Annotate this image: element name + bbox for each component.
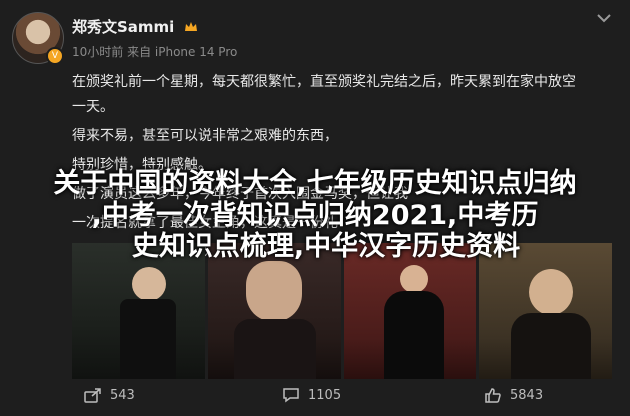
username-text[interactable]: 郑秀文Sammi xyxy=(72,18,174,36)
share-count: 543 xyxy=(110,387,135,403)
overlay-title: 关于中国的资料大全,七年级历史知识点归纳 ,中考一次背知识点归纳2021,中考历… xyxy=(10,168,620,262)
post-line: 在颁奖礼前一个星期，每天都很繁忙，直至颁奖礼完结之后，昨天累到在家中放空 xyxy=(72,74,576,90)
overlay-line: ,中考一次背知识点归纳2021,中考历 xyxy=(91,200,539,231)
post-line: 得来不易，甚至可以说非常之艰难的东西， xyxy=(72,128,338,144)
overlay-line: 关于中国的资料大全,七年级历史知识点归纳 xyxy=(53,168,577,199)
photo-2[interactable] xyxy=(207,243,341,379)
photo-3[interactable] xyxy=(343,243,477,379)
photo-4[interactable] xyxy=(479,243,612,379)
comment-icon xyxy=(283,388,299,403)
username[interactable]: 郑秀文Sammi xyxy=(72,16,198,37)
photo-1[interactable] xyxy=(72,243,205,379)
post-meta: 10小时前 来自 iPhone 14 Pro xyxy=(72,45,238,59)
chevron-down-icon[interactable] xyxy=(594,11,614,25)
like-button[interactable]: 5843 xyxy=(484,387,543,403)
action-bar: 543 1105 5843 xyxy=(0,387,630,411)
post-line: 一天。 xyxy=(72,99,114,115)
share-icon xyxy=(84,388,101,403)
like-icon xyxy=(485,388,501,403)
crown-icon xyxy=(184,22,197,31)
verified-badge-icon: V xyxy=(46,47,64,65)
photo-grid xyxy=(72,243,612,379)
like-count: 5843 xyxy=(510,387,544,403)
overlay-line: 史知识点梳理,中华汉字历史资料 xyxy=(131,231,521,262)
share-button[interactable]: 543 xyxy=(84,387,135,403)
comment-count: 1105 xyxy=(308,387,342,403)
comment-button[interactable]: 1105 xyxy=(282,387,341,403)
